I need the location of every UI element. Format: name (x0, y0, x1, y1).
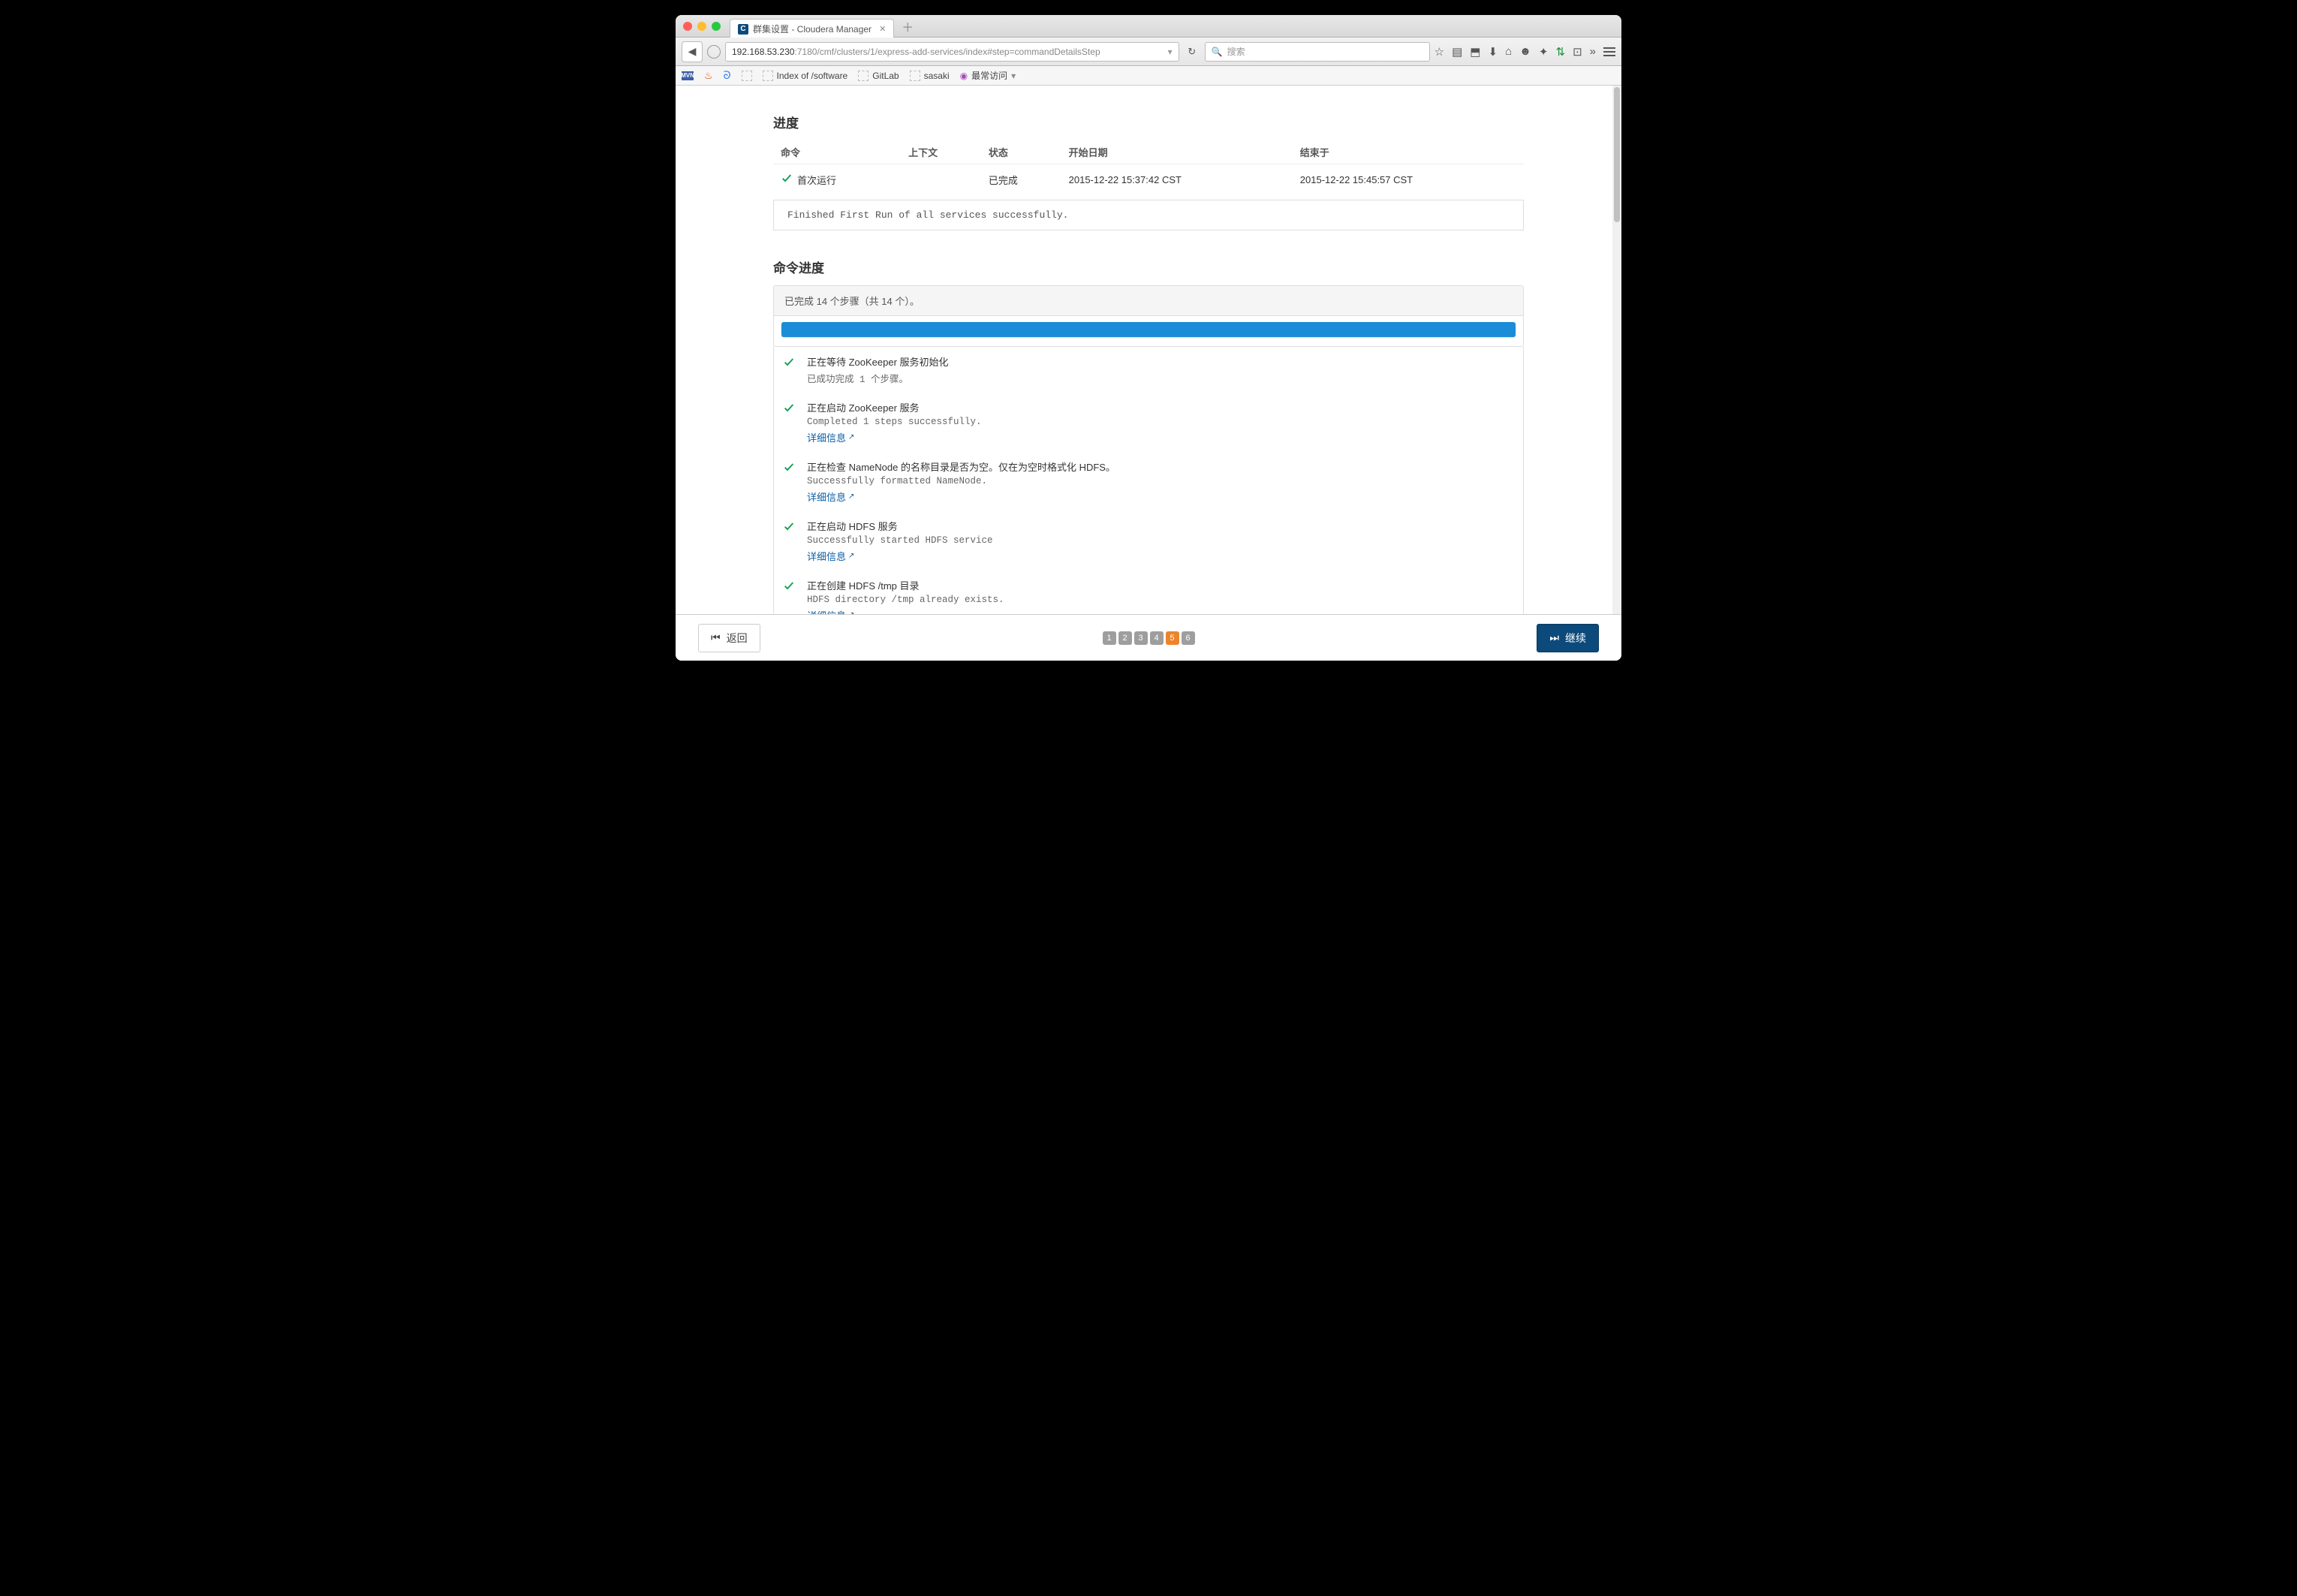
chat-icon[interactable]: ☻ (1519, 45, 1531, 58)
pager-step-6[interactable]: 6 (1182, 631, 1195, 645)
bookmarks-bar: MVN ♨ ᘐ Index of /software GitLab sasaki… (676, 66, 1621, 86)
url-host: 192.168.53.230 (732, 47, 794, 57)
step-item: 正在启动 HDFS 服务 Successfully started HDFS se… (774, 511, 1523, 571)
tab-title: 群集设置 - Cloudera Manager (753, 23, 872, 35)
wizard-footer: ⏮ 返回 123456 ⏭ 继续 (676, 614, 1621, 661)
scrollbar-track[interactable] (1612, 86, 1621, 661)
step-title: 正在检查 NameNode 的名称目录是否为空。仅在为空时格式化 HDFS。 (807, 459, 1514, 474)
library-icon[interactable]: ▤ (1452, 45, 1462, 59)
pocket-icon[interactable]: ⬒ (1470, 45, 1480, 59)
maximize-window-icon[interactable] (712, 22, 721, 31)
step-desc: Successfully formatted NameNode. (807, 476, 1514, 486)
th-ctx: 上下文 (901, 140, 981, 164)
bookmark-sasaki[interactable]: sasaki (910, 71, 950, 81)
menu-icon[interactable] (1603, 47, 1615, 56)
step-title: 正在等待 ZooKeeper 服务初始化 (807, 354, 1514, 369)
bookmark-index-software[interactable]: Index of /software (763, 71, 848, 81)
tab-close-icon[interactable]: ✕ (879, 24, 886, 34)
detail-link[interactable]: 详细信息 ↗ (807, 430, 854, 444)
progress-bar (781, 322, 1516, 337)
detail-link[interactable]: 详细信息 ↗ (807, 489, 854, 504)
check-icon (783, 461, 795, 477)
new-tab-button[interactable]: ＋ (902, 17, 914, 35)
th-status: 状态 (981, 140, 1061, 164)
command-progress-title: 命令进度 (773, 257, 1524, 276)
external-link-icon: ↗ (848, 433, 854, 441)
command-table: 命令 上下文 状态 开始日期 结束于 首次运行 已完成 2015-12-22 1… (773, 140, 1524, 195)
pager-step-5[interactable]: 5 (1166, 631, 1179, 645)
step-item: 正在等待 ZooKeeper 服务初始化已成功完成 1 个步骤。 (774, 347, 1523, 393)
bookmark-mvn[interactable]: MVN (682, 71, 694, 80)
crop-icon[interactable]: ⊡ (1573, 45, 1582, 59)
step-desc: Successfully started HDFS service (807, 535, 1514, 546)
bookmark-recent[interactable]: ◉最常访问▾ (960, 69, 1016, 82)
pager-step-2[interactable]: 2 (1118, 631, 1132, 645)
th-end: 结束于 (1293, 140, 1524, 164)
bookmark-gitlab[interactable]: GitLab (858, 71, 899, 81)
check-icon (783, 356, 795, 372)
search-placeholder: 搜索 (1227, 45, 1245, 58)
more-icon[interactable]: » (1590, 45, 1596, 58)
minimize-window-icon[interactable] (697, 22, 706, 31)
bookmark-empty1[interactable] (742, 71, 752, 81)
command-row: 首次运行 已完成 2015-12-22 15:37:42 CST 2015-12… (773, 164, 1524, 196)
back-wizard-button[interactable]: ⏮ 返回 (698, 624, 760, 652)
home-icon[interactable]: ⌂ (1505, 45, 1512, 58)
step-title: 正在创建 HDFS /tmp 目录 (807, 578, 1514, 592)
sync-icon[interactable]: ⇅ (1556, 45, 1566, 59)
url-path: :7180/cmf/clusters/1/express-add-service… (794, 47, 1100, 57)
close-window-icon[interactable] (683, 22, 692, 31)
th-cmd: 命令 (773, 140, 901, 164)
check-icon (783, 402, 795, 417)
step-desc: 已成功完成 1 个步骤。 (807, 371, 1514, 385)
browser-navbar: ◀ 192.168.53.230:7180/cmf/clusters/1/exp… (676, 38, 1621, 66)
search-box[interactable]: 🔍 搜索 (1205, 42, 1430, 62)
pager-step-4[interactable]: 4 (1150, 631, 1164, 645)
paw-icon[interactable]: ✦ (1539, 45, 1549, 59)
external-link-icon: ↗ (848, 552, 854, 560)
url-dropdown-icon[interactable]: ▾ (1168, 47, 1173, 57)
site-identity-icon[interactable] (707, 45, 721, 59)
step-title: 正在启动 HDFS 服务 (807, 519, 1514, 533)
steps-summary: 已完成 14 个步骤（共 14 个）。 (774, 286, 1523, 316)
reload-button[interactable]: ↻ (1184, 46, 1200, 58)
skip-back-icon: ⏮ (711, 631, 721, 644)
check-icon (783, 520, 795, 536)
step-item: 正在检查 NameNode 的名称目录是否为空。仅在为空时格式化 HDFS。 Su… (774, 452, 1523, 511)
check-icon (781, 172, 793, 188)
pager-step-3[interactable]: 3 (1134, 631, 1148, 645)
url-bar[interactable]: 192.168.53.230:7180/cmf/clusters/1/expre… (725, 42, 1179, 62)
step-title: 正在启动 ZooKeeper 服务 (807, 400, 1514, 414)
back-button[interactable]: ◀ (682, 41, 703, 62)
continue-wizard-button[interactable]: ⏭ 继续 (1537, 624, 1599, 652)
bookmark-fire[interactable]: ♨ (704, 70, 713, 82)
th-start: 开始日期 (1061, 140, 1293, 164)
detail-link[interactable]: 详细信息 ↗ (807, 549, 854, 563)
bookmark-swirl[interactable]: ᘐ (724, 69, 731, 82)
window-titlebar: C 群集设置 - Cloudera Manager ✕ ＋ (676, 15, 1621, 38)
finish-message: Finished First Run of all services succe… (773, 200, 1524, 230)
search-icon: 🔍 (1212, 47, 1223, 57)
bookmark-star-icon[interactable]: ☆ (1434, 45, 1444, 59)
pager-step-1[interactable]: 1 (1103, 631, 1116, 645)
browser-tab[interactable]: C 群集设置 - Cloudera Manager ✕ (730, 19, 894, 38)
favicon-icon: C (738, 24, 748, 35)
step-item: 正在启动 ZooKeeper 服务 Completed 1 steps succe… (774, 393, 1523, 452)
wizard-pager: 123456 (1103, 631, 1195, 645)
scrollbar-thumb[interactable] (1614, 87, 1620, 222)
external-link-icon: ↗ (848, 492, 854, 501)
step-desc: HDFS directory /tmp already exists. (807, 595, 1514, 605)
check-icon (783, 580, 795, 595)
section-progress-title: 进度 (773, 113, 1524, 131)
downloads-icon[interactable]: ⬇ (1488, 45, 1498, 59)
skip-forward-icon: ⏭ (1549, 631, 1559, 644)
step-desc: Completed 1 steps successfully. (807, 417, 1514, 427)
